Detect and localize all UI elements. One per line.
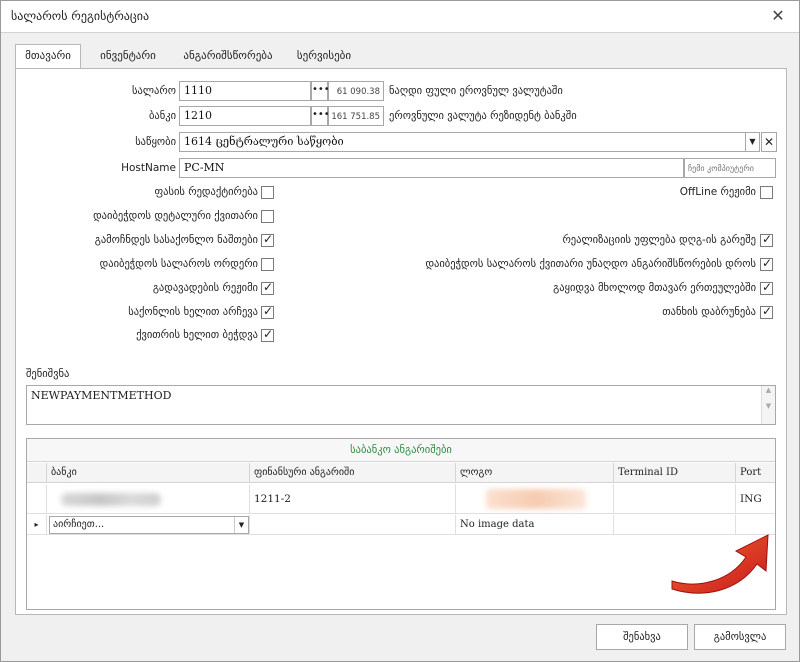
row-indicator-header <box>27 463 47 483</box>
column-header-logo[interactable]: ლოგო <box>456 463 614 483</box>
row-indicator[interactable] <box>27 484 47 514</box>
notes-text: NEWPAYMENTMETHOD <box>31 389 172 402</box>
bank-select-placeholder: აირჩიეთ... <box>53 519 105 530</box>
sell-main-units-label: გაყიდვა მხოლოდ მთავარ ერთეულებში <box>553 282 756 294</box>
bank-logo-image <box>486 489 586 509</box>
print-detailed-receipt-checkbox[interactable] <box>261 210 274 223</box>
table-row-account-cell[interactable]: 1211-2 <box>250 484 456 514</box>
tab-inventory[interactable]: ინვენტარი <box>83 45 173 69</box>
print-cashless-receipt-label: დაიბეჭდოს სალაროს ქვითარი უნაღდო ანგარიშ… <box>425 258 756 270</box>
column-header-bank[interactable]: ბანკი <box>47 463 250 483</box>
column-header-terminal[interactable]: Terminal ID <box>614 463 736 483</box>
sell-without-vat-label: რეალიზაციის უფლება დღგ-ის გარეშე <box>562 234 756 246</box>
bank-label: ბანკი <box>148 110 176 122</box>
table-row-terminal-cell[interactable] <box>614 484 736 514</box>
tab-services[interactable]: სერვისები <box>283 45 365 69</box>
warehouse-clear-icon[interactable]: ✕ <box>761 132 777 152</box>
warehouse-combo[interactable]: 1614 ცენტრალური საწყობი <box>179 132 746 152</box>
column-header-port[interactable]: Port <box>736 463 775 483</box>
window-title: სალაროს რეგისტრაცია <box>11 9 150 23</box>
tab-payments[interactable]: ანგარიშსწორება <box>173 45 283 69</box>
edit-price-checkbox[interactable] <box>261 186 274 199</box>
title-bar: სალაროს რეგისტრაცია ✕ <box>1 1 799 33</box>
offline-mode-checkbox[interactable] <box>760 186 773 199</box>
new-row-logo-cell[interactable]: No image data <box>456 515 614 535</box>
my-computer-label: ჩემი კომპიუტერი <box>688 164 754 173</box>
bank-input[interactable]: 1210 <box>179 106 311 126</box>
new-row-account-cell[interactable] <box>250 515 456 535</box>
deferral-mode-label: გადავადების რეჟიმი <box>152 282 258 294</box>
new-row-indicator[interactable]: ▸ <box>27 515 47 535</box>
hostname-input[interactable]: PC-MN <box>179 158 684 178</box>
chevron-down-icon[interactable]: ▼ <box>234 517 248 533</box>
notes-label: შენიშვნა <box>26 368 70 380</box>
red-arrow-icon <box>671 534 769 594</box>
new-row-bank-cell[interactable]: აირჩიეთ... ▼ <box>47 515 250 535</box>
column-header-account[interactable]: ფინანსური ანგარიში <box>250 463 456 483</box>
manual-receipt-print-label: ქვითრის ხელით ბეჭდვა <box>136 329 258 341</box>
registration-dialog: სალაროს რეგისტრაცია ✕ მთავარი ინვენტარი … <box>0 0 800 662</box>
show-stock-label: გამოჩნდეს სასაქონლო ნაშთები <box>94 234 258 246</box>
sell-main-units-checkbox[interactable] <box>760 280 773 295</box>
salaro-lookup-button[interactable]: ••• <box>311 81 330 101</box>
manual-product-select-label: საქონლის ხელით არჩევა <box>128 306 258 318</box>
warehouse-dropdown-icon[interactable]: ▼ <box>745 132 760 152</box>
my-computer-button[interactable]: ჩემი კომპიუტერი <box>684 158 776 178</box>
money-return-checkbox[interactable] <box>760 304 773 319</box>
deferral-mode-checkbox[interactable] <box>261 280 274 295</box>
salaro-amount: 61 090.38 ₾ <box>328 81 384 117</box>
close-icon[interactable]: ✕ <box>767 5 789 27</box>
warehouse-label: საწყობი <box>135 136 176 148</box>
notes-textarea[interactable]: NEWPAYMENTMETHOD ▲ ▼ <box>26 385 776 425</box>
print-cashless-receipt-checkbox[interactable] <box>760 256 773 271</box>
bank-select-combo[interactable]: აირჩიეთ... ▼ <box>49 516 249 534</box>
print-cash-order-checkbox[interactable] <box>261 258 274 271</box>
salaro-label: სალარო <box>132 85 176 97</box>
tab-main[interactable]: მთავარი <box>15 44 81 69</box>
print-detailed-receipt-label: დაიბეჭდოს დეტალური ქვითარი <box>93 210 258 222</box>
manual-receipt-print-checkbox[interactable] <box>261 327 274 342</box>
print-cash-order-label: დაიბეჭდოს სალაროს ორდერი <box>99 258 258 270</box>
show-stock-checkbox[interactable] <box>261 232 274 247</box>
table-row-bank-cell[interactable] <box>47 484 250 514</box>
exit-button[interactable]: გამოსვლა <box>694 624 786 650</box>
edit-price-label: ფასის რედაქტირება <box>154 186 259 198</box>
notes-scrollbar[interactable]: ▲ ▼ <box>761 386 775 424</box>
money-return-label: თანხის დაბრუნება <box>662 306 756 318</box>
hostname-label: HostName <box>121 162 176 174</box>
save-button[interactable]: შენახვა <box>596 624 688 650</box>
bank-accounts-grid: საბანკო ანგარიშები ბანკი ფინანსური ანგარ… <box>26 438 776 610</box>
table-row-logo-cell[interactable] <box>456 484 614 514</box>
manual-product-select-checkbox[interactable] <box>261 304 274 319</box>
blurred-bank-name <box>61 493 161 506</box>
sell-without-vat-checkbox[interactable] <box>760 232 773 247</box>
offline-mode-label: OffLine რეჟიმი <box>679 186 756 198</box>
bank-amount: 161 751.85 ₾ <box>328 106 384 142</box>
salaro-input[interactable]: 1110 <box>179 81 311 101</box>
table-row-port-cell[interactable]: ING <box>736 484 775 514</box>
salaro-description: ნაღდი ფული ეროვნულ ვალუტაში <box>389 85 563 97</box>
grid-title: საბანკო ანგარიშები <box>27 439 775 462</box>
bank-lookup-button[interactable]: ••• <box>311 106 330 126</box>
bank-description: ეროვნული ვალუტა რეზიდენტ ბანკში <box>389 110 577 122</box>
